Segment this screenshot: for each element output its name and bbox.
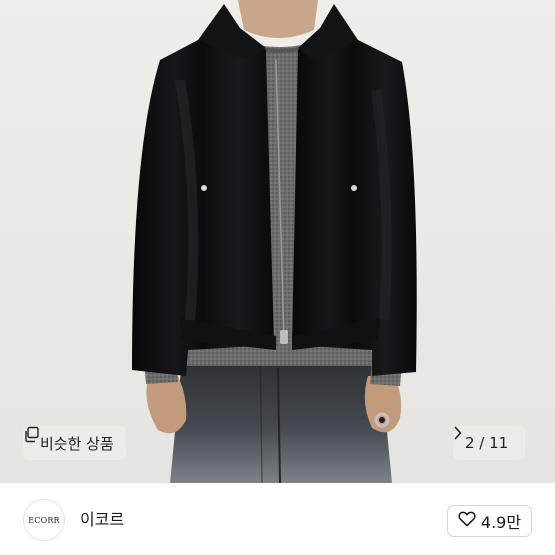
like-count: 4.9만 bbox=[480, 513, 522, 532]
seller-bar: ECORR 이코르 4.9만 bbox=[0, 483, 555, 555]
product-photo-illustration bbox=[0, 0, 555, 483]
similar-items-label: 비슷한 상품 bbox=[40, 434, 114, 453]
heart-outline-icon bbox=[458, 511, 476, 531]
seller-logo-text: ECORR bbox=[28, 515, 60, 525]
like-button[interactable]: 4.9만 bbox=[447, 505, 532, 537]
page-counter-text: 2 / 11 bbox=[465, 434, 509, 452]
seller-name[interactable]: 이코르 bbox=[80, 510, 124, 530]
product-photo[interactable]: 비슷한 상품 2 / 11 bbox=[0, 0, 555, 483]
image-page-counter[interactable]: 2 / 11 bbox=[453, 426, 526, 460]
seller-avatar[interactable]: ECORR bbox=[23, 499, 65, 541]
similar-items-button[interactable]: 비슷한 상품 bbox=[23, 426, 126, 460]
product-page: 비슷한 상품 2 / 11 ECORR 이코르 4.9만 bbox=[0, 0, 555, 555]
